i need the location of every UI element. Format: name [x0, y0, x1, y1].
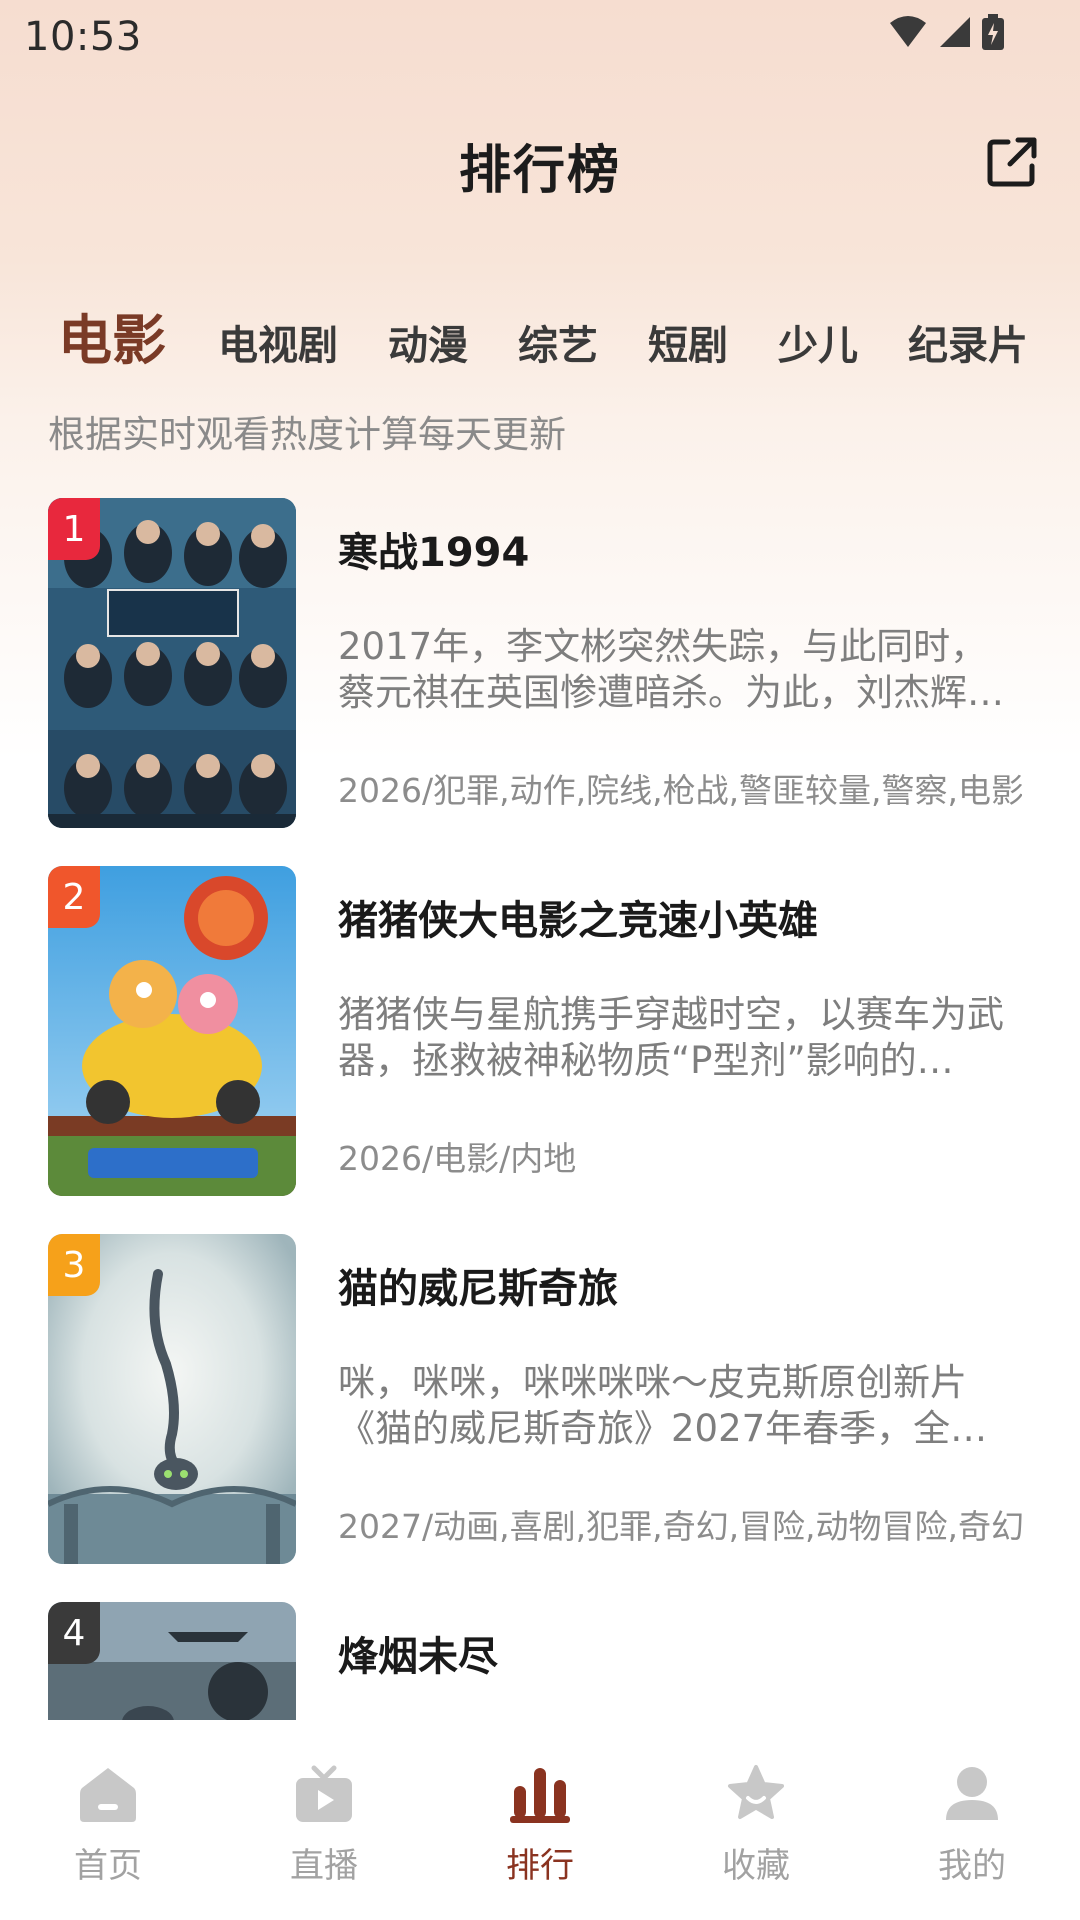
item-meta: 2027/动画,喜剧,犯罪,奇幻,冒险,动物冒险,奇幻: [338, 1507, 1022, 1546]
screen: 10:53 排行榜 电影 电视剧 动漫 综艺 短剧 少儿 纪录片 根据实时观看热…: [0, 0, 1080, 1920]
poster-image[interactable]: 4: [48, 1602, 296, 1723]
nav-label: 我的: [938, 1846, 1006, 1886]
poster-image[interactable]: 2: [48, 866, 296, 1196]
star-icon: [728, 1765, 784, 1819]
list-item[interactable]: 1 寒战1994 2017年，李文彬突然失踪，与此同时，蔡元祺在英国惨遭暗杀。为…: [0, 498, 1080, 866]
tab-variety[interactable]: 综艺: [518, 313, 598, 371]
page-title: 排行榜: [458, 141, 621, 201]
category-tabs: 电影 电视剧 动漫 综艺 短剧 少儿 纪录片: [58, 296, 1058, 375]
nav-label: 收藏: [722, 1846, 790, 1886]
nav-favorites[interactable]: 收藏: [648, 1720, 864, 1920]
item-info: 猫的威尼斯奇旅 咪，咪咪，咪咪咪咪～皮克斯原创新片《猫的威尼斯奇旅》2027年春…: [338, 1256, 1022, 1548]
cellular-signal-icon: [940, 17, 970, 47]
status-bar: 10:53: [0, 0, 1080, 72]
tv-play-icon: [296, 1765, 352, 1822]
item-title[interactable]: 烽烟未尽: [338, 1624, 1022, 1682]
item-info: 寒战1994 2017年，李文彬突然失踪，与此同时，蔡元祺在英国惨遭暗杀。为此，…: [338, 520, 1022, 812]
external-share-icon: [987, 137, 1037, 187]
battery-icon: [982, 14, 1004, 50]
item-meta: 2026/犯罪,动作,院线,枪战,警匪较量,警察,电影: [338, 771, 1022, 810]
item-info: 烽烟未尽: [338, 1624, 1022, 1682]
rank-badge: 3: [48, 1234, 100, 1296]
item-title[interactable]: 寒战1994: [338, 520, 1022, 578]
nav-ranking[interactable]: 排行: [432, 1720, 648, 1920]
item-description: 咪，咪咪，咪咪咪咪～皮克斯原创新片《猫的威尼斯奇旅》2027年春季，全…: [338, 1361, 988, 1450]
item-title[interactable]: 猫的威尼斯奇旅: [338, 1256, 1022, 1314]
list-item[interactable]: 4 烽烟未尽: [0, 1602, 1080, 1723]
nav-profile[interactable]: 我的: [864, 1720, 1080, 1920]
item-meta: 2026/电影/内地: [338, 1139, 577, 1178]
item-description: 猪猪侠与星航携手穿越时空，以赛车为武器，拯救被神秘物质“P型剂”影响的…: [338, 993, 1004, 1082]
rank-badge: 1: [48, 498, 100, 560]
item-title[interactable]: 猪猪侠大电影之竞速小英雄: [338, 888, 1022, 946]
tab-anime[interactable]: 动漫: [388, 313, 468, 371]
item-info: 猪猪侠大电影之竞速小英雄 猪猪侠与星航携手穿越时空，以赛车为武器，拯救被神秘物质…: [338, 888, 1022, 1180]
status-time: 10:53: [24, 14, 142, 60]
user-icon: [946, 1767, 998, 1820]
tab-movie[interactable]: 电影: [58, 296, 166, 375]
ranking-list[interactable]: 1 寒战1994 2017年，李文彬突然失踪，与此同时，蔡元祺在英国惨遭暗杀。为…: [0, 498, 1080, 1723]
home-icon: [80, 1768, 136, 1822]
rank-badge: 2: [48, 866, 100, 928]
tab-kids[interactable]: 少儿: [778, 313, 858, 371]
tab-short-drama[interactable]: 短剧: [648, 313, 728, 371]
nav-home[interactable]: 首页: [0, 1720, 216, 1920]
bottom-nav: 首页 直播 排行 收藏 我的: [0, 1720, 1080, 1920]
nav-label: 首页: [74, 1846, 142, 1886]
item-description: 2017年，李文彬突然失踪，与此同时，蔡元祺在英国惨遭暗杀。为此，刘杰辉…: [338, 625, 1004, 714]
list-item[interactable]: 2 猪猪侠大电影之竞速小英雄 猪猪侠与星航携手穿越时空，以赛车为武器，拯救被神秘…: [0, 866, 1080, 1234]
tab-documentary[interactable]: 纪录片: [908, 313, 1028, 371]
rank-badge: 4: [48, 1602, 100, 1664]
poster-image[interactable]: 3: [48, 1234, 296, 1564]
ranking-subtitle: 根据实时观看热度计算每天更新: [48, 413, 566, 456]
status-icons: [888, 14, 1004, 50]
tab-tv-series[interactable]: 电视剧: [218, 313, 338, 371]
list-item[interactable]: 3 猫的威尼斯奇旅 咪，咪咪，咪咪咪咪～皮克斯原创新片《猫的威尼斯奇旅》2027…: [0, 1234, 1080, 1602]
nav-live[interactable]: 直播: [216, 1720, 432, 1920]
wifi-icon: [890, 16, 926, 47]
share-button[interactable]: [984, 134, 1040, 190]
ranking-bars-icon: [510, 1768, 570, 1823]
poster-image[interactable]: 1: [48, 498, 296, 828]
nav-label: 直播: [290, 1846, 358, 1886]
nav-label: 排行: [506, 1846, 574, 1886]
